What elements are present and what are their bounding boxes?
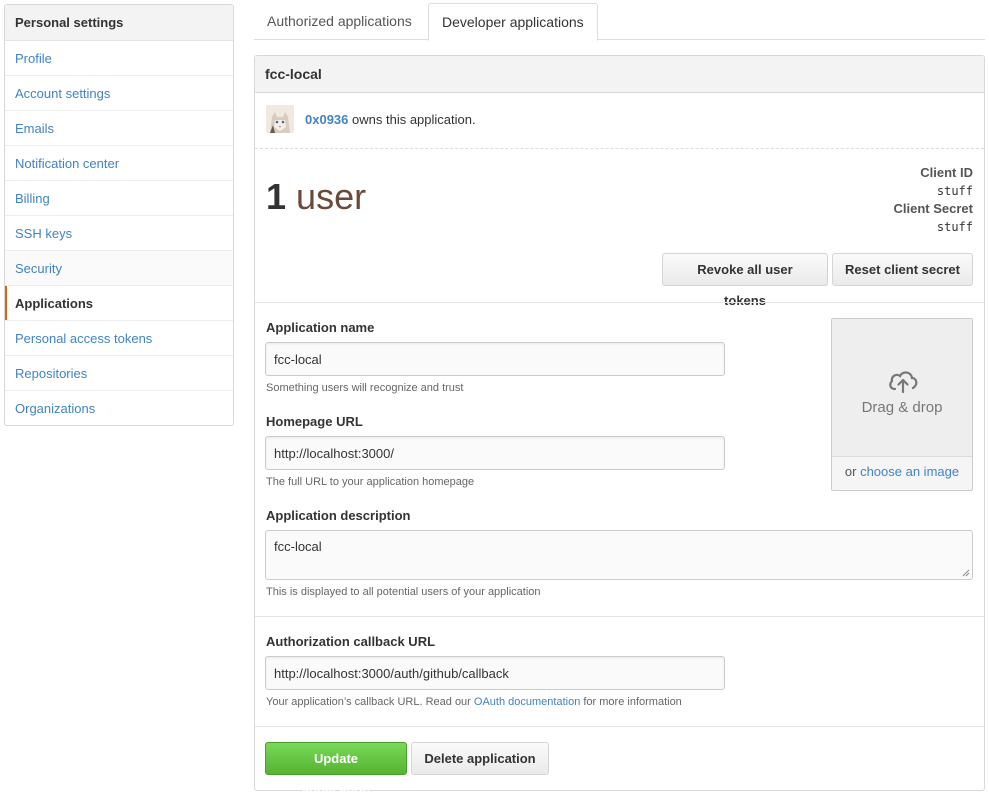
user-count-number: 1 (266, 176, 287, 217)
sidebar-item-profile[interactable]: Profile (5, 41, 233, 76)
callback-hint-suffix: for more information (583, 696, 682, 708)
app-name-label: Application name (266, 320, 375, 335)
resize-grip-icon[interactable] (962, 569, 970, 577)
client-id-value: stuff (936, 184, 973, 198)
delete-application-button[interactable]: Delete application (411, 742, 549, 775)
description-value: fcc-local (274, 539, 322, 554)
choose-image-link[interactable]: choose an image (860, 464, 959, 479)
sidebar-header: Personal settings (5, 5, 233, 41)
callback-url-label: Authorization callback URL (266, 634, 436, 649)
cloud-upload-icon (889, 371, 918, 393)
settings-sidebar: Personal settings Profile Account settin… (4, 4, 234, 426)
owner-row: 0x0936 owns this application. (255, 94, 984, 149)
tab-developer-applications[interactable]: Developer applications (428, 3, 598, 41)
sidebar-item-repositories[interactable]: Repositories (5, 356, 233, 391)
client-id-label: Client ID (920, 165, 973, 180)
homepage-url-label: Homepage URL (266, 414, 363, 429)
application-box: fcc-local 0x0936 owns this application. … (254, 55, 985, 797)
update-application-button[interactable]: Update application (265, 742, 407, 797)
sidebar-item-billing[interactable]: Billing (5, 181, 233, 216)
user-count-unit: user (296, 176, 367, 217)
app-name-input[interactable] (265, 342, 725, 376)
description-label: Application description (266, 508, 411, 523)
homepage-url-input[interactable] (265, 436, 725, 470)
drop-footer-prefix: or (844, 464, 857, 479)
client-credentials: Client ID stuff Client Secret stuff (894, 164, 973, 236)
user-count: 1 user (266, 176, 366, 218)
callback-hint-prefix: Your application’s callback URL. Read ou… (266, 696, 471, 708)
description-textarea[interactable]: fcc-local (265, 530, 973, 580)
drop-text: Drag & drop (861, 399, 943, 416)
application-tabs: Authorized applications Developer applic… (254, 3, 985, 41)
sidebar-item-security[interactable]: Security (5, 251, 233, 286)
client-secret-value: stuff (936, 220, 973, 234)
oauth-documentation-link[interactable]: OAuth documentation (474, 696, 580, 708)
callback-url-input[interactable] (265, 656, 725, 690)
avatar[interactable] (266, 105, 294, 133)
callback-url-hint: Your application’s callback URL. Read ou… (266, 696, 682, 708)
owner-suffix: owns this application. (352, 112, 476, 127)
sidebar-item-notification-center[interactable]: Notification center (5, 146, 233, 181)
logo-dropzone[interactable]: Drag & drop or choose an image (831, 318, 973, 491)
owner-link[interactable]: 0x0936 (305, 112, 348, 127)
section-divider (255, 616, 984, 617)
app-name-hint: Something users will recognize and trust (266, 382, 464, 394)
drop-area[interactable]: Drag & drop (832, 319, 972, 457)
sidebar-item-emails[interactable]: Emails (5, 111, 233, 146)
homepage-url-hint: The full URL to your application homepag… (266, 476, 475, 488)
client-secret-label: Client Secret (893, 201, 973, 216)
tab-authorized-applications[interactable]: Authorized applications (254, 3, 425, 40)
owner-text: 0x0936 owns this application. (305, 112, 476, 127)
sidebar-item-ssh-keys[interactable]: SSH keys (5, 216, 233, 251)
sidebar-item-personal-access-tokens[interactable]: Personal access tokens (5, 321, 233, 356)
application-title: fcc-local (255, 56, 984, 93)
section-divider (255, 726, 984, 727)
sidebar-item-account-settings[interactable]: Account settings (5, 76, 233, 111)
description-hint: This is displayed to all potential users… (266, 586, 541, 598)
revoke-tokens-button[interactable]: Revoke all user tokens (662, 253, 828, 308)
section-divider (255, 302, 984, 303)
reset-secret-button[interactable]: Reset client secret (832, 253, 973, 286)
sidebar-item-organizations[interactable]: Organizations (5, 391, 233, 425)
sidebar-item-applications[interactable]: Applications (5, 286, 233, 321)
drop-footer: or choose an image (832, 464, 972, 479)
